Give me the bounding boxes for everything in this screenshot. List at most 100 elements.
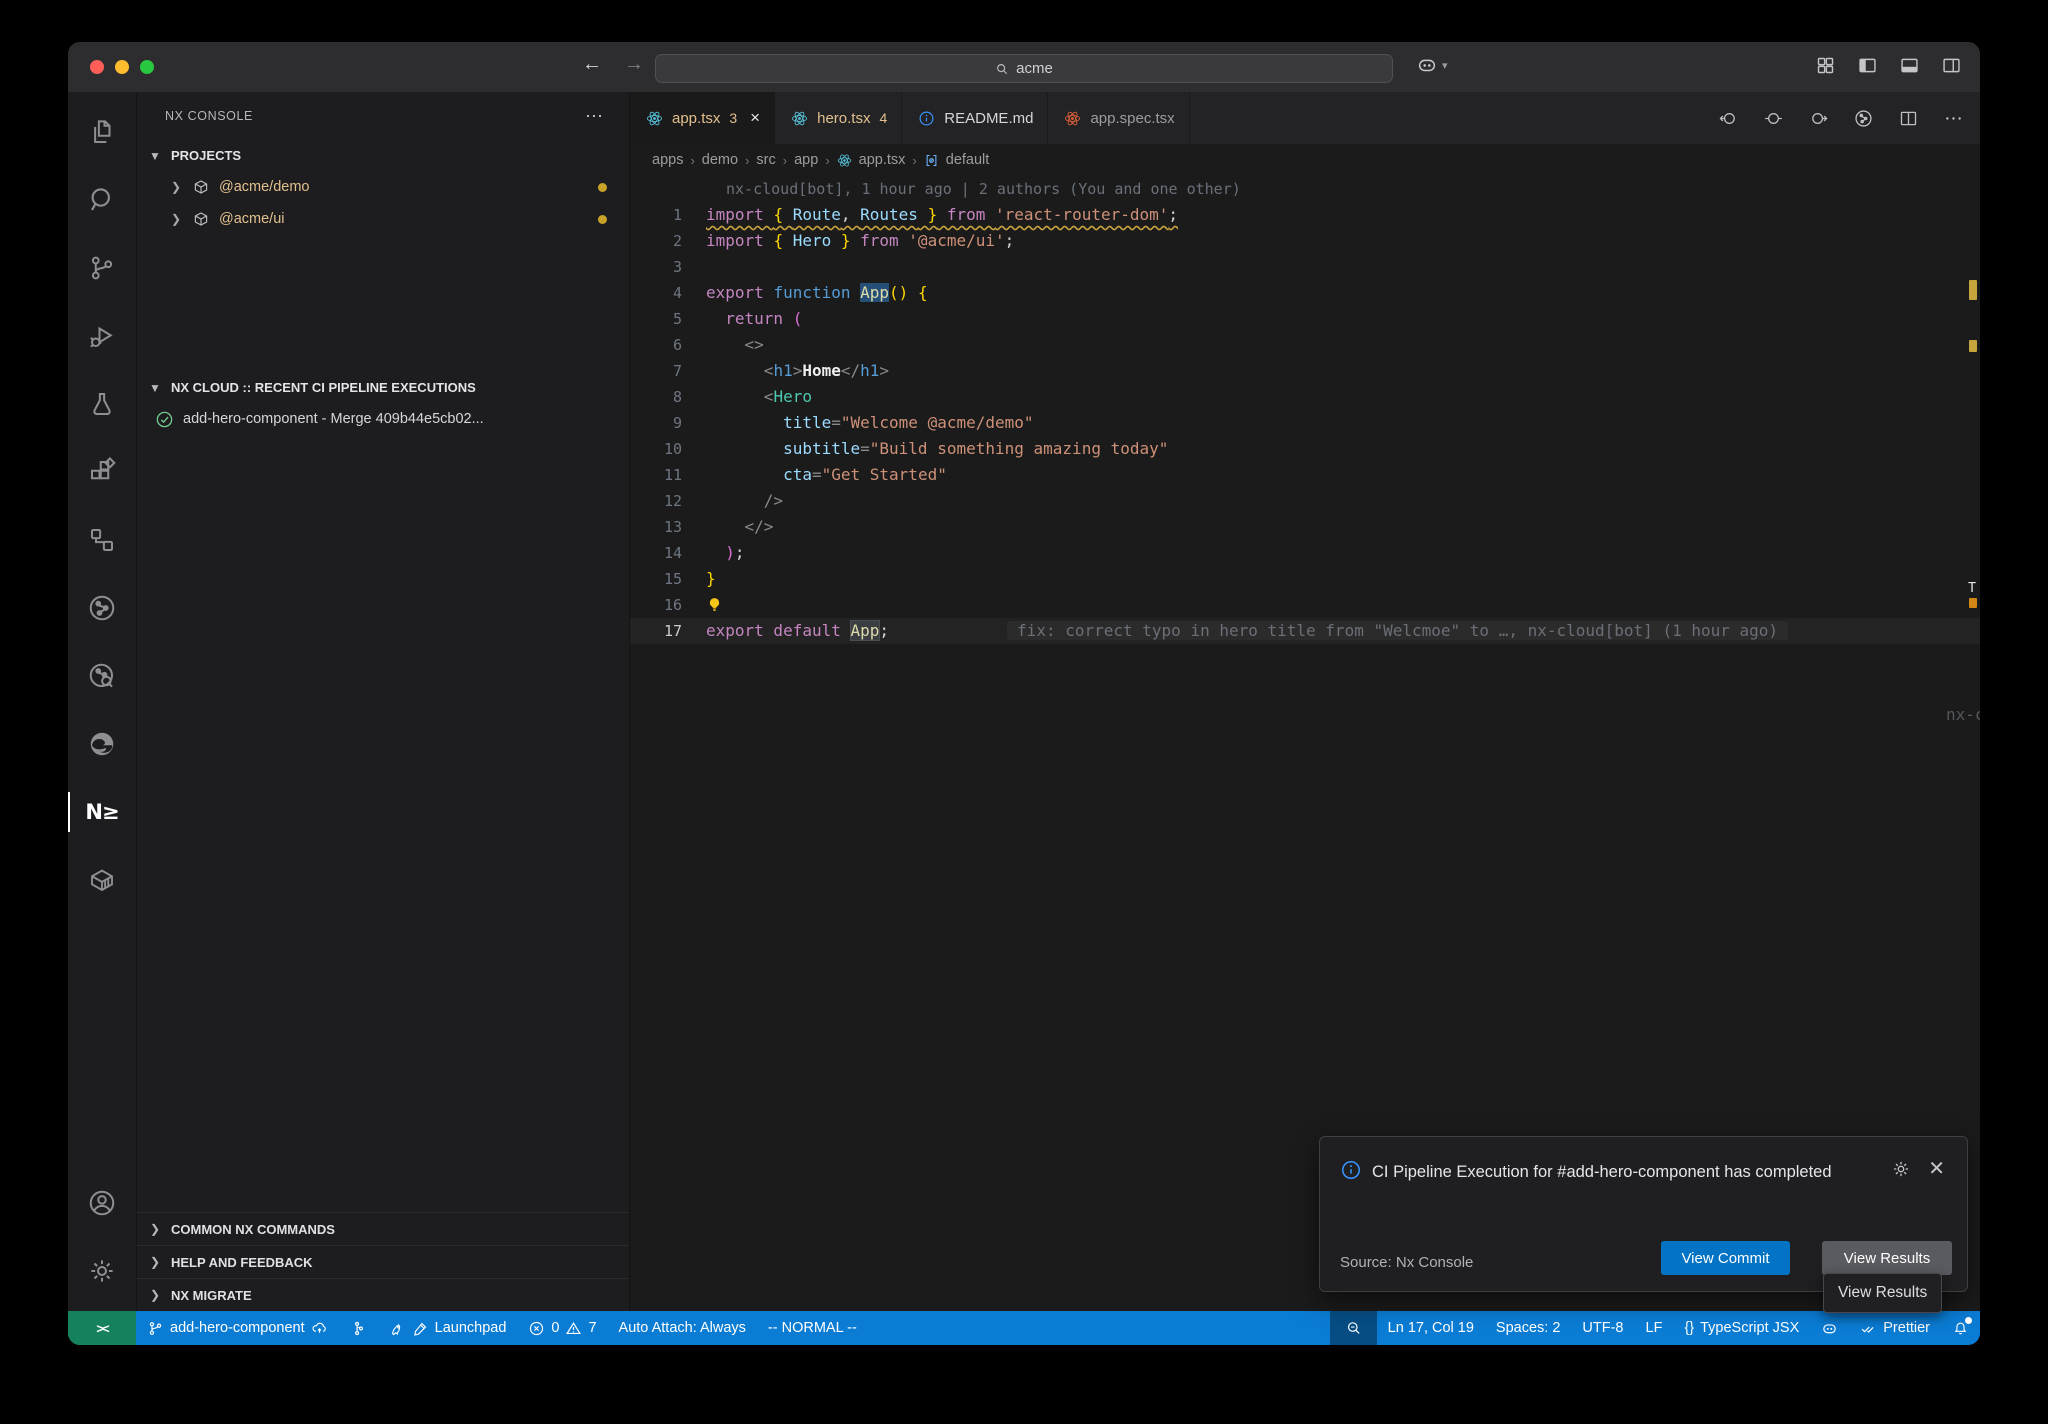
section-projects[interactable]: ▼ PROJECTS [137, 140, 629, 171]
breadcrumb-item[interactable]: apps [652, 152, 683, 168]
check-circle-icon [155, 410, 174, 429]
gear-icon[interactable] [1891, 1159, 1911, 1184]
code-line[interactable]: 14 ); [630, 540, 1980, 566]
problems-status-item[interactable]: 0 7 [517, 1311, 607, 1345]
nx-console-icon[interactable]: N≥ [68, 778, 136, 846]
account-icon[interactable] [68, 1169, 136, 1237]
maximize-window-button[interactable] [140, 60, 154, 74]
cursor-position-status-item[interactable]: Ln 17, Col 19 [1377, 1311, 1485, 1345]
source-control-icon[interactable] [68, 234, 136, 302]
command-center-search[interactable]: acme [655, 54, 1393, 83]
code-line[interactable]: 1import { Route, Routes } from 'react-ro… [630, 202, 1980, 228]
code-token: 'react-router-dom' [995, 205, 1168, 224]
breadcrumb-item[interactable]: demo [702, 152, 738, 168]
code-line[interactable]: 13 </> [630, 514, 1980, 540]
code-token: import [706, 231, 773, 250]
more-actions-icon[interactable]: ⋯ [585, 106, 605, 127]
section-help-and-feedback[interactable]: ❯ HELP AND FEEDBACK [137, 1245, 629, 1278]
current-step-circle-icon[interactable] [1763, 108, 1784, 129]
minimize-window-button[interactable] [115, 60, 129, 74]
notifications-status-item[interactable] [1941, 1311, 1980, 1345]
tab-problem-badge: 4 [879, 110, 887, 126]
copilot-menu[interactable]: ▾ [1416, 54, 1448, 76]
tab-hero-tsx[interactable]: hero.tsx 4 [775, 92, 902, 144]
toggle-panel-icon[interactable] [1899, 55, 1920, 76]
pipeline-execution-item[interactable]: add-hero-component - Merge 409b44e5cb02.… [137, 403, 629, 435]
customize-layout-icon[interactable] [1815, 55, 1836, 76]
view-commit-button[interactable]: View Commit [1661, 1241, 1790, 1275]
encoding-status-item[interactable]: UTF-8 [1571, 1311, 1634, 1345]
eol-status-item[interactable]: LF [1635, 1311, 1674, 1345]
zoom-status-item[interactable] [1330, 1311, 1377, 1345]
breadcrumb-item[interactable]: default [946, 152, 990, 168]
code-token: export default [706, 621, 851, 640]
code-line[interactable]: 15} [630, 566, 1980, 592]
breadcrumb-item[interactable]: app.tsx [859, 152, 906, 168]
code-line[interactable]: 12 /> [630, 488, 1980, 514]
navigate-forward-circle-icon[interactable] [1808, 108, 1829, 129]
code-line[interactable]: 8 <Hero [630, 384, 1980, 410]
project-details-icon[interactable] [68, 506, 136, 574]
breadcrumb-item[interactable]: app [794, 152, 818, 168]
more-actions-icon[interactable] [1943, 108, 1964, 129]
code-line[interactable]: 17export default App;fix: correct typo i… [630, 618, 1980, 644]
code-line[interactable]: 6 <> [630, 332, 1980, 358]
code-line[interactable]: 9 title="Welcome @acme/demo" [630, 410, 1980, 436]
project-item-acme-ui[interactable]: ❯ @acme/ui [137, 203, 629, 235]
nx-graph-icon[interactable] [68, 574, 136, 642]
formatter-status-item[interactable]: Prettier [1849, 1311, 1941, 1345]
code-lines: 1import { Route, Routes } from 'react-ro… [630, 202, 1980, 644]
view-results-button[interactable]: View Results [1822, 1241, 1952, 1275]
remote-indicator[interactable]: >< [68, 1311, 136, 1345]
code-token: = [812, 465, 822, 484]
extensions-icon[interactable] [68, 438, 136, 506]
code-line[interactable]: 3 [630, 254, 1980, 280]
explorer-icon[interactable] [68, 98, 136, 166]
tab-app-tsx[interactable]: app.tsx 3 × [630, 92, 775, 144]
section-nx-cloud[interactable]: ▼ NX CLOUD :: RECENT CI PIPELINE EXECUTI… [137, 372, 629, 403]
section-nx-migrate[interactable]: ❯ NX MIGRATE [137, 1278, 629, 1311]
branch-status-item[interactable]: add-hero-component [136, 1311, 339, 1345]
edge-browser-icon[interactable] [68, 710, 136, 778]
code-token [706, 413, 783, 432]
auto-attach-status-item[interactable]: Auto Attach: Always [608, 1311, 757, 1345]
close-window-button[interactable] [90, 60, 104, 74]
code-line[interactable]: 11 cta="Get Started" [630, 462, 1980, 488]
navigate-back-icon[interactable]: ← [582, 53, 602, 76]
run-debug-icon[interactable] [68, 302, 136, 370]
navigate-forward-icon[interactable]: → [624, 53, 644, 76]
toggle-secondary-sidebar-icon[interactable] [1941, 55, 1962, 76]
vim-mode-status-item[interactable]: -- NORMAL -- [757, 1311, 868, 1345]
code-line[interactable]: 10 subtitle="Build something amazing tod… [630, 436, 1980, 462]
titlebar: ← → acme ▾ [68, 42, 1980, 93]
language-status-item[interactable]: {} TypeScript JSX [1673, 1311, 1810, 1345]
nx-graph-search-icon[interactable] [68, 642, 136, 710]
split-editor-icon[interactable] [1898, 108, 1919, 129]
indentation-status-item[interactable]: Spaces: 2 [1485, 1311, 1572, 1345]
close-icon[interactable]: × [750, 108, 760, 128]
section-common-nx-commands[interactable]: ❯ COMMON NX COMMANDS [137, 1212, 629, 1245]
copilot-icon [1416, 54, 1438, 76]
testing-icon[interactable] [68, 370, 136, 438]
settings-gear-icon[interactable] [68, 1237, 136, 1305]
search-icon[interactable] [68, 166, 136, 234]
project-item-acme-demo[interactable]: ❯ @acme/demo [137, 171, 629, 203]
breadcrumb-item[interactable]: src [756, 152, 775, 168]
tab-readme-md[interactable]: README.md [902, 92, 1048, 144]
code-line[interactable]: 16 [630, 592, 1980, 618]
code-line[interactable]: 4export function App() { [630, 280, 1980, 306]
launchpad-status-item[interactable]: Launchpad [378, 1311, 518, 1345]
navigate-back-circle-icon[interactable] [1718, 108, 1739, 129]
close-icon[interactable]: ✕ [1928, 1156, 1945, 1181]
code-line[interactable]: 5 return ( [630, 306, 1980, 332]
container-icon[interactable] [68, 846, 136, 914]
run-pipeline-circle-icon[interactable] [1853, 108, 1874, 129]
code-line[interactable]: 7 <h1>Home</h1> [630, 358, 1980, 384]
pipeline-status-item[interactable] [339, 1311, 378, 1345]
code-line[interactable]: 2import { Hero } from '@acme/ui'; [630, 228, 1980, 254]
code-token: '@acme/ui' [908, 231, 1004, 250]
toggle-sidebar-icon[interactable] [1857, 55, 1878, 76]
line-number: 3 [630, 254, 706, 280]
tab-app-spec-tsx[interactable]: app.spec.tsx [1048, 92, 1189, 144]
copilot-status-item[interactable] [1810, 1311, 1849, 1345]
